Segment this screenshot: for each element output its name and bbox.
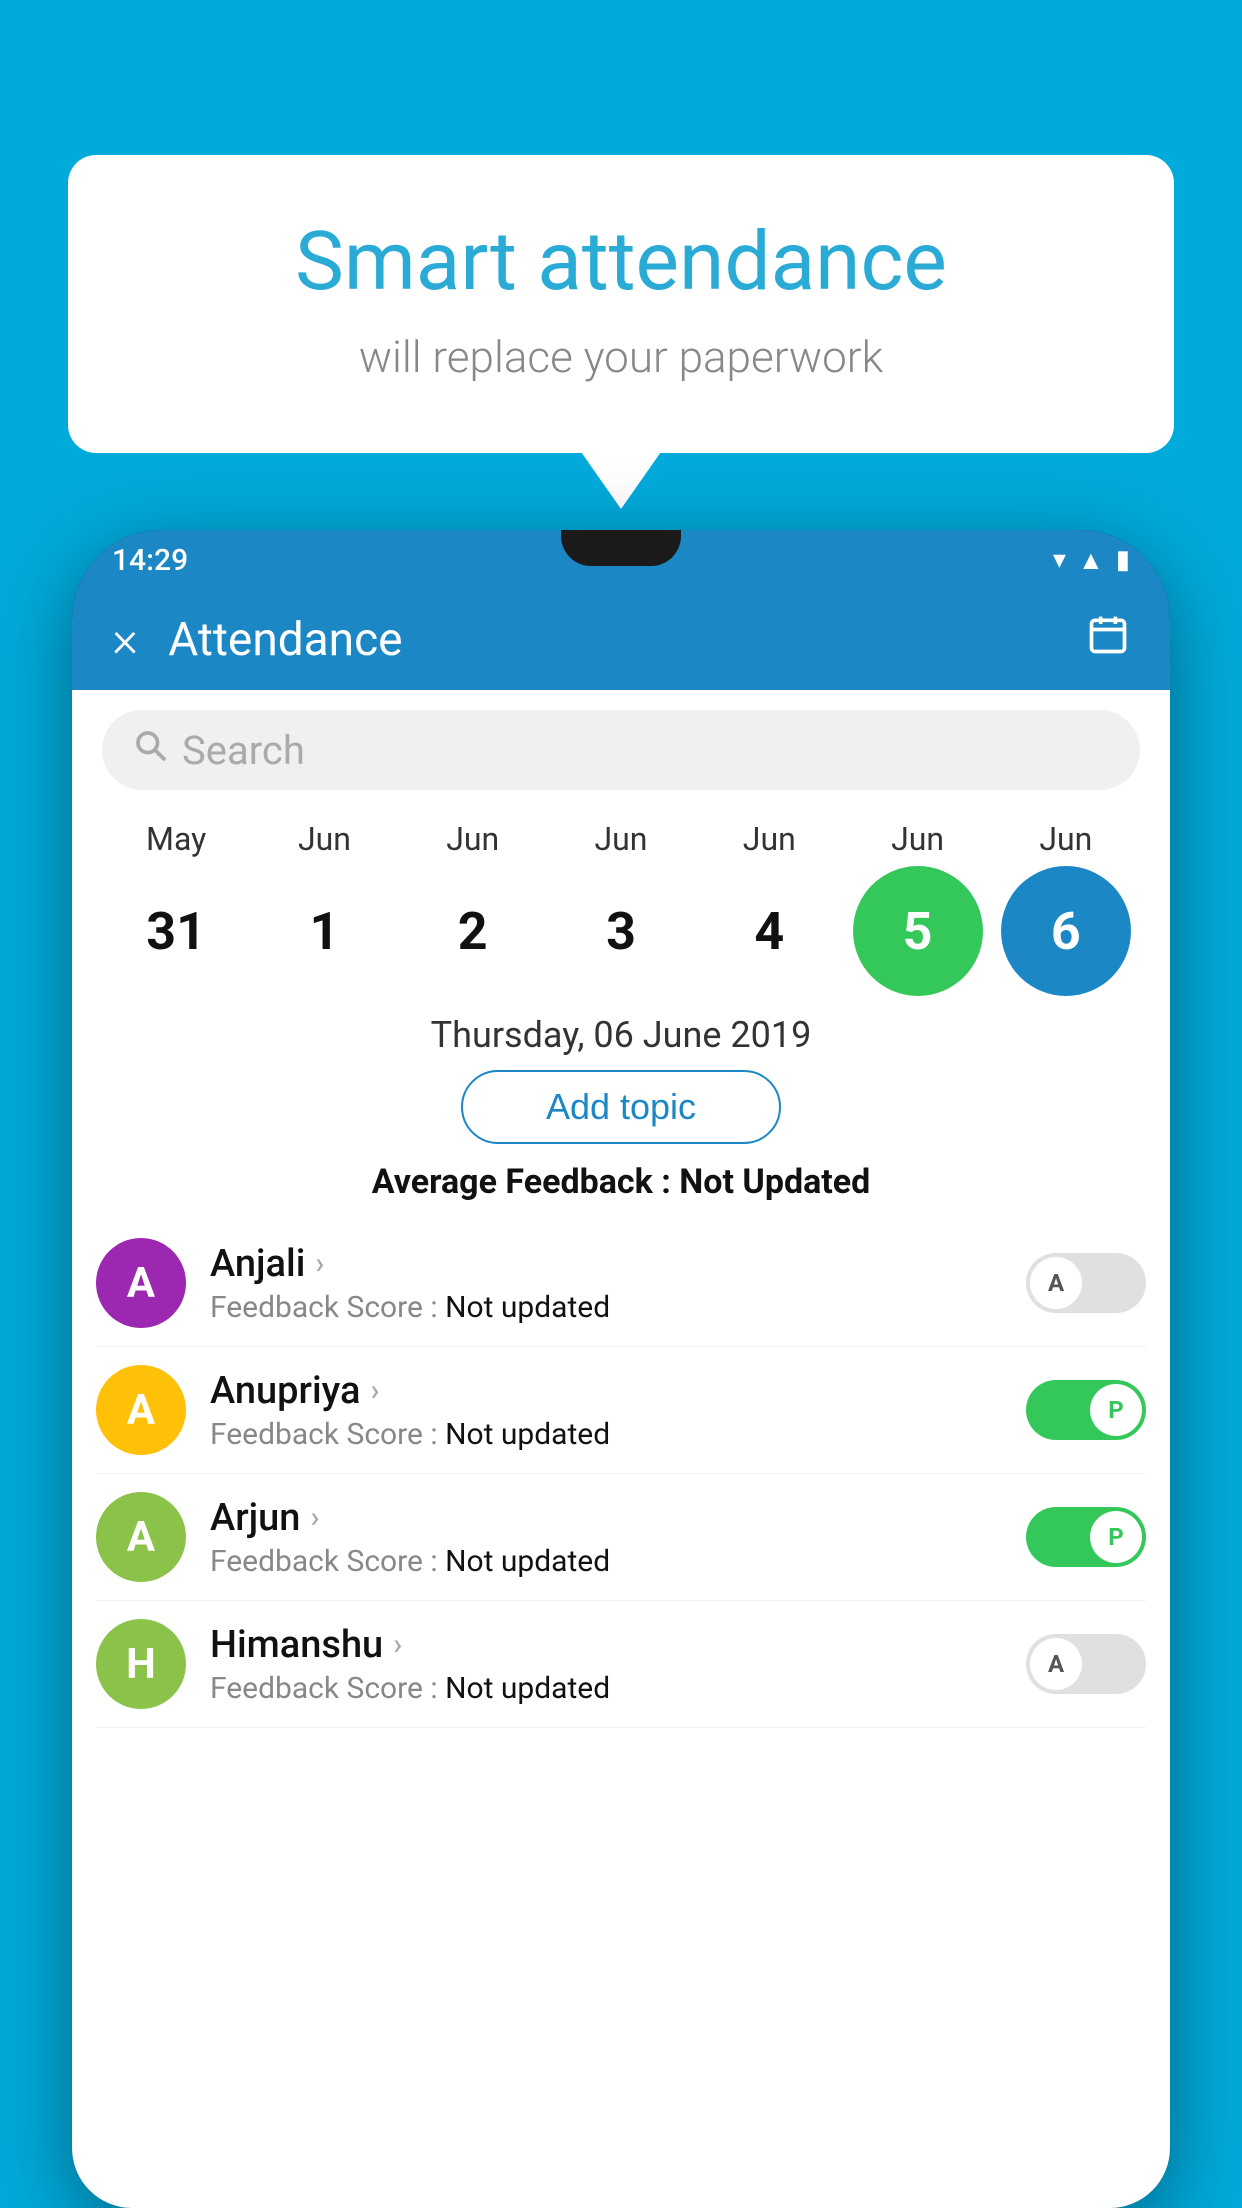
- student-feedback-anupriya: Feedback Score : Not updated: [210, 1417, 1026, 1452]
- close-button[interactable]: ×: [112, 611, 138, 669]
- bubble-subtitle: will replace your paperwork: [148, 331, 1094, 383]
- student-info-arjun: Arjun › Feedback Score : Not updated: [210, 1496, 1026, 1579]
- cal-month-6: Jun: [1001, 820, 1131, 858]
- student-item-arjun[interactable]: A Arjun › Feedback Score : Not updated P: [96, 1474, 1146, 1601]
- student-item-anjali[interactable]: A Anjali › Feedback Score : Not updated …: [96, 1220, 1146, 1347]
- chevron-icon: ›: [315, 1246, 324, 1281]
- phone-notch: [561, 530, 681, 566]
- speech-bubble-container: Smart attendance will replace your paper…: [68, 155, 1174, 453]
- toggle-knob-anjali: A: [1030, 1257, 1082, 1309]
- cal-day-1[interactable]: 1: [259, 866, 389, 996]
- calendar-months: May Jun Jun Jun Jun Jun Jun: [92, 820, 1150, 858]
- cal-month-5: Jun: [853, 820, 983, 858]
- student-avatar-arjun: A: [96, 1492, 186, 1582]
- avg-feedback-label: Average Feedback :: [372, 1162, 680, 1202]
- cal-day-31[interactable]: 31: [111, 866, 241, 996]
- attendance-toggle-anjali[interactable]: A: [1026, 1253, 1146, 1313]
- student-item-anupriya[interactable]: A Anupriya › Feedback Score : Not update…: [96, 1347, 1146, 1474]
- student-name-arjun: Arjun ›: [210, 1496, 1026, 1540]
- bubble-title: Smart attendance: [148, 215, 1094, 309]
- calendar-strip: May Jun Jun Jun Jun Jun Jun 31 1 2 3 4 5…: [72, 810, 1170, 996]
- average-feedback: Average Feedback : Not Updated: [72, 1162, 1170, 1202]
- status-icons: ▾ ▲ ▮: [1053, 545, 1130, 576]
- student-avatar-himanshu: H: [96, 1619, 186, 1709]
- student-item-himanshu[interactable]: H Himanshu › Feedback Score : Not update…: [96, 1601, 1146, 1728]
- student-feedback-himanshu: Feedback Score : Not updated: [210, 1671, 1026, 1706]
- student-info-anupriya: Anupriya › Feedback Score : Not updated: [210, 1369, 1026, 1452]
- toggle-knob-anupriya: P: [1090, 1384, 1142, 1436]
- status-time: 14:29: [112, 543, 188, 578]
- speech-bubble: Smart attendance will replace your paper…: [68, 155, 1174, 453]
- student-name-himanshu: Himanshu ›: [210, 1623, 1026, 1667]
- student-avatar-anjali: A: [96, 1238, 186, 1328]
- search-bar[interactable]: Search: [102, 710, 1140, 790]
- cal-day-5[interactable]: 5: [853, 866, 983, 996]
- selected-date: Thursday, 06 June 2019: [72, 1014, 1170, 1056]
- student-avatar-anupriya: A: [96, 1365, 186, 1455]
- toggle-knob-himanshu: A: [1030, 1638, 1082, 1690]
- toggle-knob-arjun: P: [1090, 1511, 1142, 1563]
- student-feedback-arjun: Feedback Score : Not updated: [210, 1544, 1026, 1579]
- student-info-anjali: Anjali › Feedback Score : Not updated: [210, 1242, 1026, 1325]
- attendance-toggle-anupriya[interactable]: P: [1026, 1380, 1146, 1440]
- student-feedback-anjali: Feedback Score : Not updated: [210, 1290, 1026, 1325]
- screen-content: Search May Jun Jun Jun Jun Jun Jun 31 1 …: [72, 690, 1170, 2208]
- cal-month-4: Jun: [704, 820, 834, 858]
- app-header: × Attendance: [72, 590, 1170, 690]
- search-icon: [132, 727, 168, 773]
- cal-day-2[interactable]: 2: [408, 866, 538, 996]
- avg-feedback-value: Not Updated: [679, 1162, 870, 1202]
- student-name-anjali: Anjali ›: [210, 1242, 1026, 1286]
- chevron-icon: ›: [310, 1500, 319, 1535]
- signal-icon: ▲: [1078, 545, 1104, 576]
- app-title: Attendance: [168, 613, 1086, 667]
- cal-month-0: May: [111, 820, 241, 858]
- wifi-icon: ▾: [1053, 545, 1066, 575]
- cal-day-4[interactable]: 4: [704, 866, 834, 996]
- cal-month-3: Jun: [556, 820, 686, 858]
- cal-day-3[interactable]: 3: [556, 866, 686, 996]
- add-topic-button[interactable]: Add topic: [461, 1070, 781, 1144]
- student-list: A Anjali › Feedback Score : Not updated …: [72, 1220, 1170, 1728]
- student-name-anupriya: Anupriya ›: [210, 1369, 1026, 1413]
- battery-icon: ▮: [1116, 545, 1130, 575]
- cal-month-2: Jun: [408, 820, 538, 858]
- cal-month-1: Jun: [259, 820, 389, 858]
- attendance-toggle-arjun[interactable]: P: [1026, 1507, 1146, 1567]
- calendar-icon[interactable]: [1086, 613, 1130, 668]
- phone-frame: 14:29 ▾ ▲ ▮ × Attendance: [72, 530, 1170, 2208]
- search-placeholder: Search: [182, 727, 305, 774]
- cal-day-6[interactable]: 6: [1001, 866, 1131, 996]
- attendance-toggle-himanshu[interactable]: A: [1026, 1634, 1146, 1694]
- chevron-icon: ›: [370, 1373, 379, 1408]
- chevron-icon: ›: [393, 1627, 402, 1662]
- calendar-days: 31 1 2 3 4 5 6: [92, 866, 1150, 996]
- student-info-himanshu: Himanshu › Feedback Score : Not updated: [210, 1623, 1026, 1706]
